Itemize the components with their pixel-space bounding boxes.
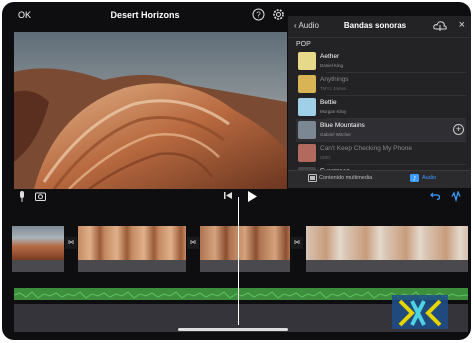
- audio-panel: ‹ Audio Bandas sonoras × POP Aether Danie…: [288, 16, 471, 188]
- transition-icon[interactable]: ⋈: [291, 237, 303, 249]
- play-icon[interactable]: [247, 191, 257, 202]
- audio-waveform-icon[interactable]: [451, 191, 461, 202]
- skip-back-icon[interactable]: [224, 191, 233, 200]
- home-indicator: [178, 328, 288, 331]
- list-item[interactable]: Blue Mountains Gabriel Witcher +: [296, 119, 466, 142]
- transition-icon[interactable]: ⋈: [65, 237, 77, 249]
- video-clip[interactable]: [306, 226, 468, 260]
- track-title: Blue Mountains: [320, 122, 365, 129]
- track-title: Anythings: [320, 76, 349, 83]
- list-item[interactable]: Aether Daniel King: [296, 50, 466, 73]
- svg-text:?: ?: [256, 10, 261, 19]
- camera-icon[interactable]: [35, 191, 46, 201]
- track-title: Aether: [320, 53, 340, 60]
- video-clip[interactable]: [200, 226, 290, 260]
- top-bar: OK Desert Horizons ?: [2, 2, 288, 30]
- timeline-toolbar: [2, 188, 471, 206]
- media-icon: [308, 174, 317, 182]
- clip-audio-lane: [200, 260, 290, 272]
- clip-audio-lane: [78, 260, 186, 272]
- project-title: Desert Horizons: [110, 10, 180, 20]
- album-thumbnail: [298, 121, 316, 139]
- add-track-icon[interactable]: +: [453, 124, 464, 135]
- video-clip[interactable]: [12, 226, 64, 260]
- panel-tabs: Contenido multimedia ♪ Audio: [288, 170, 471, 188]
- panel-title: Bandas sonoras: [343, 21, 407, 30]
- undo-icon[interactable]: [430, 191, 440, 200]
- help-icon[interactable]: ?: [252, 8, 265, 21]
- album-thumbnail: [298, 52, 316, 70]
- music-note-icon: ♪: [410, 174, 419, 182]
- track-artist: Daniel King: [320, 63, 344, 68]
- playhead[interactable]: [238, 197, 239, 325]
- panel-header: ‹ Audio Bandas sonoras ×: [288, 16, 471, 38]
- track-artist: TMYz James: [320, 86, 347, 91]
- transition-icon[interactable]: ⋈: [187, 237, 199, 249]
- ipad-screen: OK Desert Horizons ? ‹ Audio Bandas sono…: [2, 2, 471, 340]
- cloud-download-icon[interactable]: [433, 20, 447, 32]
- video-preview[interactable]: [14, 32, 287, 189]
- track-title: Bettie: [320, 99, 337, 106]
- track-artist: Morgan Kiloy: [320, 109, 347, 114]
- close-icon[interactable]: ×: [459, 19, 465, 31]
- list-item[interactable]: Can't Keep Checking My Phone UMO: [296, 142, 466, 165]
- album-thumbnail: [298, 98, 316, 116]
- track-title: Can't Keep Checking My Phone: [320, 145, 412, 152]
- clip-audio-lane: [12, 260, 64, 272]
- settings-gear-icon[interactable]: [272, 8, 285, 21]
- tab-audio[interactable]: Audio: [422, 175, 436, 181]
- genre-section-label: POP: [296, 41, 311, 48]
- soundtrack-list: Aether Daniel King Anythings TMYz James Bett…: [296, 50, 466, 188]
- video-clip[interactable]: [78, 226, 186, 260]
- track-artist: Gabriel Witcher: [320, 132, 352, 137]
- album-thumbnail: [298, 75, 316, 93]
- album-thumbnail: [298, 144, 316, 162]
- clip-audio-lane: [306, 260, 468, 272]
- list-item[interactable]: Bettie Morgan Kiloy: [296, 96, 466, 119]
- svg-text:♪: ♪: [413, 176, 417, 183]
- list-item[interactable]: Anythings TMYz James: [296, 73, 466, 96]
- tab-media[interactable]: Contenido multimedia: [319, 175, 372, 181]
- track-artist: UMO: [320, 155, 331, 160]
- watermark-logo: [392, 295, 448, 329]
- microphone-icon[interactable]: [18, 191, 26, 202]
